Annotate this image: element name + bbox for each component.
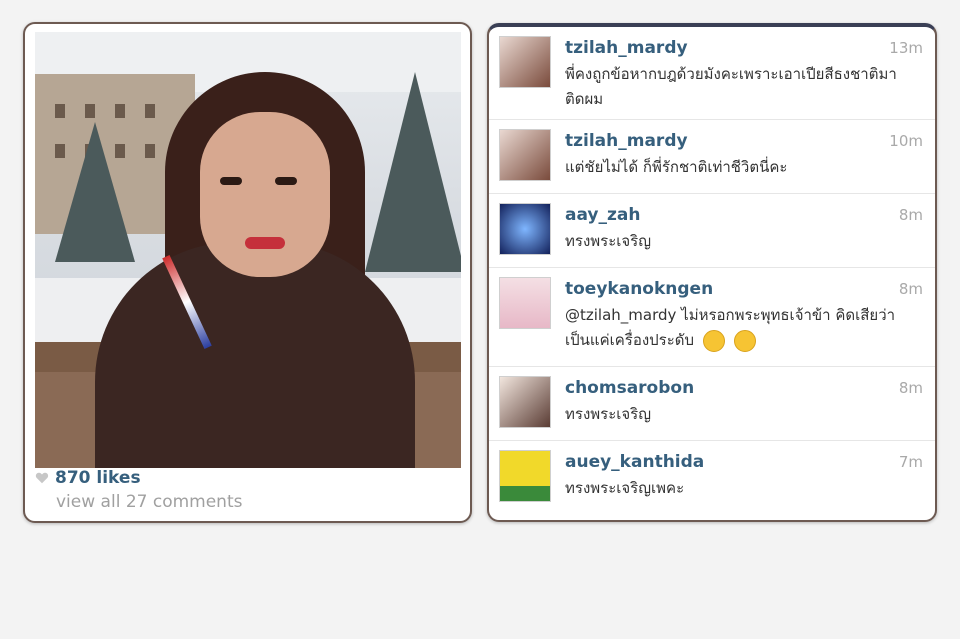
avatar[interactable]: [499, 376, 551, 428]
comment-username[interactable]: toeykanokngen: [565, 279, 713, 299]
comment-item: tzilah_mardy 10m แต่ชัยไม่ได้ ก็พี่รักชา…: [489, 120, 935, 194]
smiley-emoji-icon: [702, 329, 725, 352]
avatar[interactable]: [499, 129, 551, 181]
comment-time: 8m: [898, 379, 923, 397]
comment-item: aay_zah 8m ทรงพระเจริญ: [489, 194, 935, 268]
comment-username[interactable]: aay_zah: [565, 205, 640, 225]
photo-tree: [55, 122, 135, 262]
post-photo[interactable]: [35, 32, 461, 468]
comment-text: แต่ชัยไม่ได้ ก็พี่รักชาติเท่าชีวิตนี่คะ: [565, 158, 788, 176]
smiley-emoji-icon: [733, 329, 756, 352]
avatar[interactable]: [499, 450, 551, 502]
comment-time: 7m: [898, 453, 923, 471]
comment-text: ทรงพระเจริญ: [565, 232, 652, 250]
comment-text-content: @tzilah_mardy ไม่หรอกพระพุทธเจ้าข้า คิดเ…: [565, 306, 896, 349]
avatar[interactable]: [499, 203, 551, 255]
comments-card: tzilah_mardy 13m พี่คงถูกข้อหากบฎด้วยมัง…: [487, 23, 937, 522]
comment-text: ทรงพระเจริญเพคะ: [565, 479, 685, 497]
view-all-comments-link[interactable]: view all 27 comments: [56, 492, 242, 512]
comment-text: พี่คงถูกข้อหากบฎด้วยมังคะเพราะเอาเปียสีธ…: [565, 65, 897, 108]
comment-text: @tzilah_mardy ไม่หรอกพระพุทธเจ้าข้า คิดเ…: [565, 303, 910, 353]
comment-username[interactable]: tzilah_mardy: [565, 131, 688, 151]
comment-time: 8m: [898, 280, 923, 298]
comment-item: auey_kanthida 7m ทรงพระเจริญเพคะ: [489, 441, 935, 520]
photo-face: [200, 112, 330, 277]
comment-time: 13m: [889, 39, 923, 57]
photo-eye: [220, 177, 242, 185]
comment-username[interactable]: auey_kanthida: [565, 452, 704, 472]
photo-eye: [275, 177, 297, 185]
comment-username[interactable]: chomsarobon: [565, 378, 694, 398]
comment-item: chomsarobon 8m ทรงพระเจริญ: [489, 367, 935, 441]
photo-tree: [365, 72, 461, 272]
avatar[interactable]: [499, 36, 551, 88]
comment-username[interactable]: tzilah_mardy: [565, 38, 688, 58]
heart-icon: [35, 472, 49, 484]
comment-time: 8m: [898, 206, 923, 224]
likes-row[interactable]: 870 likes: [35, 466, 141, 490]
comment-item: tzilah_mardy 13m พี่คงถูกข้อหากบฎด้วยมัง…: [489, 27, 935, 120]
comment-time: 10m: [889, 132, 923, 150]
comment-text: ทรงพระเจริญ: [565, 405, 652, 423]
comment-item: toeykanokngen 8m @tzilah_mardy ไม่หรอกพร…: [489, 268, 935, 367]
photo-lips: [245, 237, 285, 249]
post-card: 870 likes view all 27 comments: [23, 22, 472, 523]
likes-count[interactable]: 870 likes: [55, 468, 141, 488]
avatar[interactable]: [499, 277, 551, 329]
